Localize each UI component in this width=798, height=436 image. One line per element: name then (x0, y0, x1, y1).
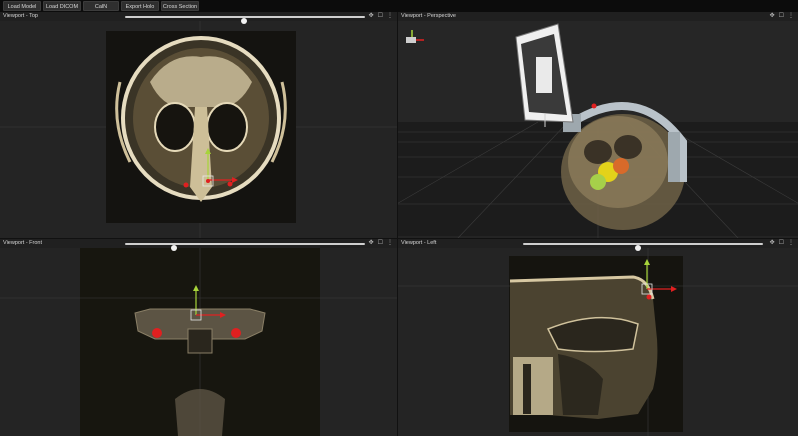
viewport-top-canvas (0, 21, 397, 238)
segment-green (590, 174, 606, 190)
orientation-gizmo (406, 30, 424, 43)
more-vertical-icon[interactable]: ⋮ (387, 239, 393, 248)
viewport-top-title: Viewport - Top (3, 13, 38, 19)
maximize-icon[interactable]: ☐ (378, 239, 383, 248)
viewport-front-slice-slider[interactable] (125, 243, 365, 251)
maximize-icon[interactable]: ☐ (378, 12, 383, 21)
viewport-perspective-header: Viewport - Perspective ✥ ☐ ⋮ (398, 12, 798, 21)
viewport-front-slider-thumb[interactable] (171, 244, 177, 251)
viewport-front-header: Viewport - Front ✥ ☐ ⋮ (0, 239, 397, 251)
viewport-left[interactable]: Viewport - Left ✥ ☐ ⋮ (398, 239, 798, 436)
viewport-top-header: Viewport - Top ✥ ☐ ⋮ (0, 12, 397, 24)
viewport-left-canvas (398, 248, 798, 436)
viewport-front[interactable]: Viewport - Front ✥ ☐ ⋮ (0, 239, 397, 436)
viewport-left-header: Viewport - Left ✥ ☐ ⋮ (398, 239, 798, 251)
more-vertical-icon[interactable]: ⋮ (788, 12, 794, 21)
maximize-icon[interactable]: ☐ (779, 12, 784, 21)
viewport-front-canvas (0, 248, 397, 436)
viewport-top-slider-thumb[interactable] (241, 17, 247, 24)
maximize-icon[interactable]: ☐ (779, 239, 784, 248)
cross-section-button[interactable]: Cross Section (161, 1, 199, 11)
more-vertical-icon[interactable]: ⋮ (387, 12, 393, 21)
more-vertical-icon[interactable]: ⋮ (788, 239, 794, 248)
viewport-top-slice-slider[interactable] (125, 16, 365, 24)
viewport-perspective-canvas (398, 23, 798, 238)
viewport-left-slice-slider[interactable] (523, 243, 763, 251)
export-holo-button[interactable]: Export Holo (121, 1, 159, 11)
move-icon[interactable]: ✥ (369, 12, 374, 21)
load-model-button[interactable]: Load Model (3, 1, 41, 11)
viewport-perspective[interactable]: Viewport - Perspective ✥ ☐ ⋮ (398, 12, 798, 238)
viewport-left-slider-thumb[interactable] (635, 244, 641, 251)
viewport-left-title: Viewport - Left (401, 240, 437, 246)
segment-orange (613, 158, 629, 174)
move-icon[interactable]: ✥ (770, 12, 775, 21)
move-icon[interactable]: ✥ (369, 239, 374, 248)
viewport-front-title: Viewport - Front (3, 240, 43, 246)
viewport-top[interactable]: Viewport - Top ✥ ☐ ⋮ (0, 12, 397, 238)
load-dicom-button[interactable]: Load DICOM (43, 1, 81, 11)
viewport-perspective-title: Viewport - Perspective (401, 13, 456, 19)
move-icon[interactable]: ✥ (770, 239, 775, 248)
calibrate-button[interactable]: CalN (83, 1, 119, 11)
viewport-divider-vertical (397, 12, 398, 436)
